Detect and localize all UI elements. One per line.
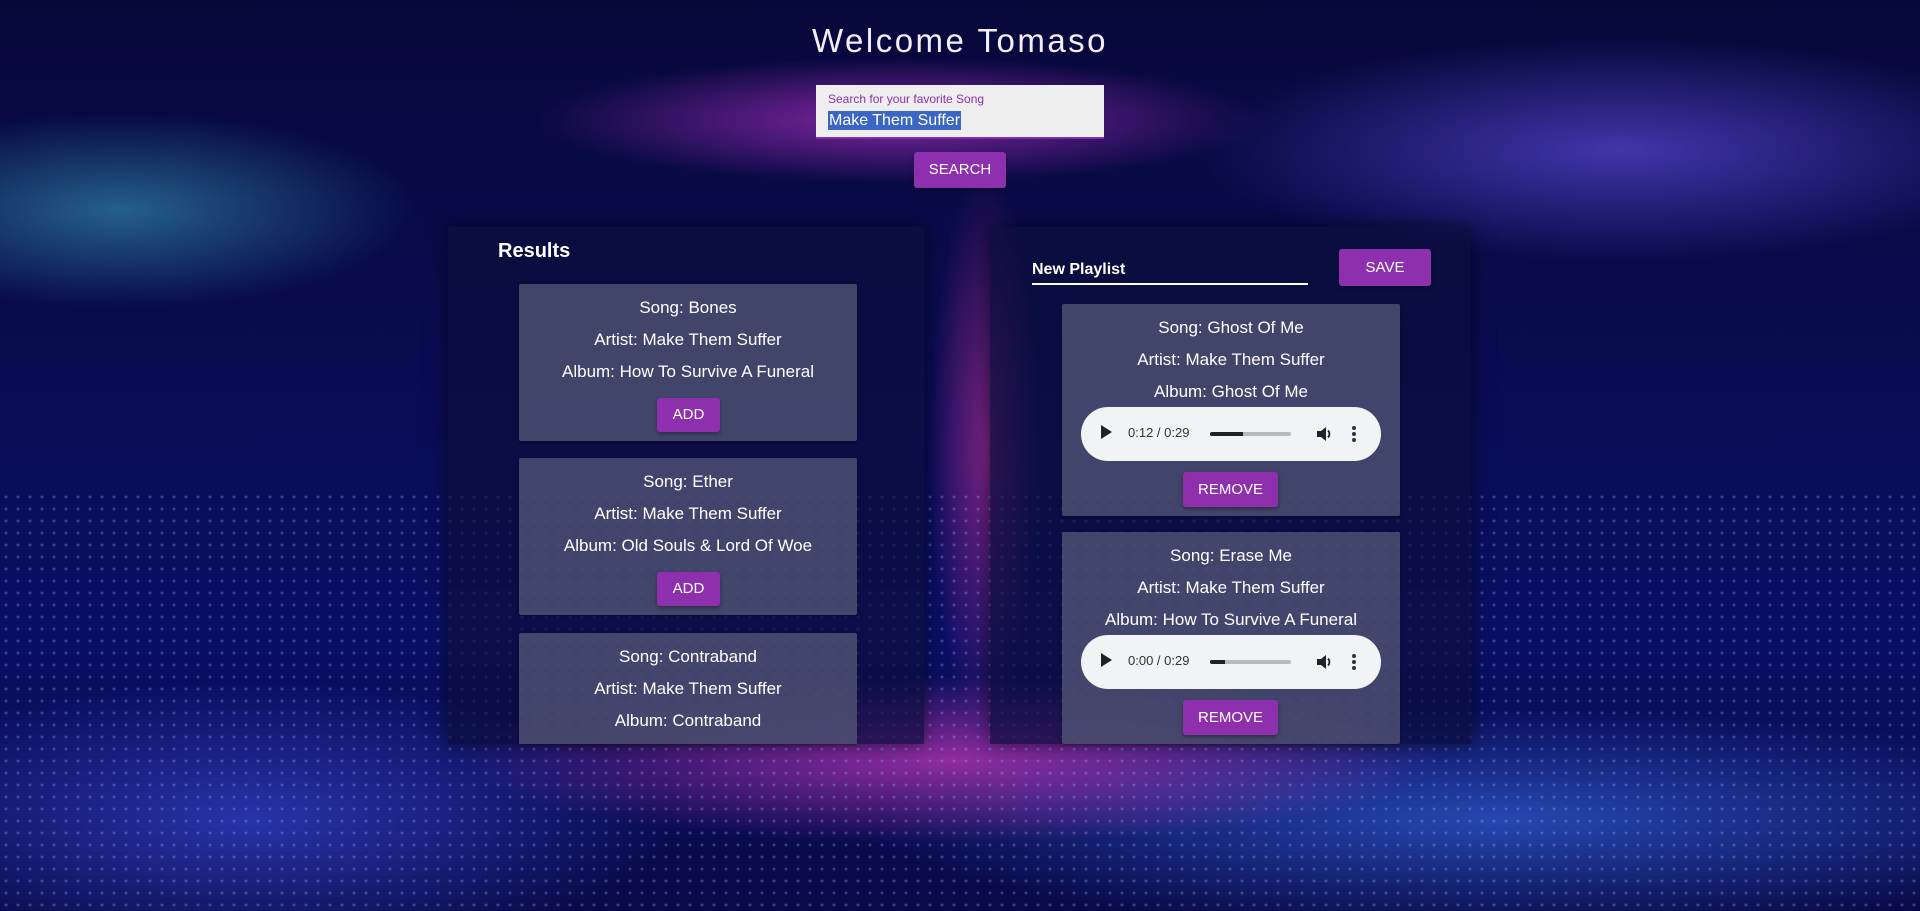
artist-name: Artist: Make Them Suffer [1137,350,1325,369]
playlist-name-input[interactable] [1032,257,1308,285]
audio-time: 0:12 / 0:29 [1128,425,1190,440]
album-name: Album: Ghost Of Me [1154,382,1308,401]
add-button[interactable]: ADD [657,572,720,606]
artist-name: Artist: Make Them Suffer [1137,578,1325,597]
audio-player[interactable]: 0:12 / 0:29 [1081,407,1381,461]
audio-progress-slider[interactable] [1210,660,1291,664]
album-name: Album: Old Souls & Lord Of Woe [563,536,813,555]
result-card: Song: Bones Artist: Make Them Suffer Alb… [519,284,857,441]
play-icon[interactable] [1101,425,1112,439]
album-name: Album: Contraband [614,711,762,730]
remove-button[interactable]: REMOVE [1183,700,1278,735]
volume-icon[interactable] [1314,652,1334,672]
search-button[interactable]: SEARCH [914,152,1006,188]
song-name: Song: Contraband [619,647,757,666]
audio-progress-slider[interactable] [1210,432,1291,436]
artist-name: Artist: Make Them Suffer [594,504,782,523]
song-name: Song: Erase Me [1170,546,1292,565]
playlist-card: Song: Ghost Of Me Artist: Make Them Suff… [1062,304,1400,516]
song-name: Song: Bones [639,298,737,317]
search-field[interactable]: Search for your favorite Song Make Them … [816,85,1104,139]
more-options-icon[interactable] [1352,654,1356,670]
remove-button[interactable]: REMOVE [1183,472,1278,507]
result-card: Song: Contraband Artist: Make Them Suffe… [519,633,857,744]
song-name: Song: Ghost Of Me [1158,318,1304,337]
artist-name: Artist: Make Them Suffer [594,330,782,349]
playlist-panel: SAVE Song: Ghost Of Me Artist: Make Them… [990,227,1471,744]
song-name: Song: Ether [643,472,733,491]
album-name: Album: How To Survive A Funeral [1105,610,1357,629]
background-pattern [0,491,1920,911]
album-name: Album: How To Survive A Funeral [562,362,814,381]
more-options-icon[interactable] [1352,426,1356,442]
result-card: Song: Ether Artist: Make Them Suffer Alb… [519,458,857,615]
add-button[interactable]: ADD [657,398,720,432]
results-panel: Results Song: Bones Artist: Make Them Su… [448,227,924,744]
results-title: Results [498,240,571,262]
volume-icon[interactable] [1314,424,1334,444]
artist-name: Artist: Make Them Suffer [594,679,782,698]
search-input[interactable]: Make Them Suffer [828,111,962,130]
search-label: Search for your favorite Song [828,92,985,106]
playlist-card: Song: Erase Me Artist: Make Them Suffer … [1062,532,1400,744]
audio-time: 0:00 / 0:29 [1128,653,1190,668]
page-title: Welcome Tomaso [811,22,1109,59]
play-icon[interactable] [1101,653,1112,667]
save-button[interactable]: SAVE [1339,249,1431,286]
audio-player[interactable]: 0:00 / 0:29 [1081,635,1381,689]
